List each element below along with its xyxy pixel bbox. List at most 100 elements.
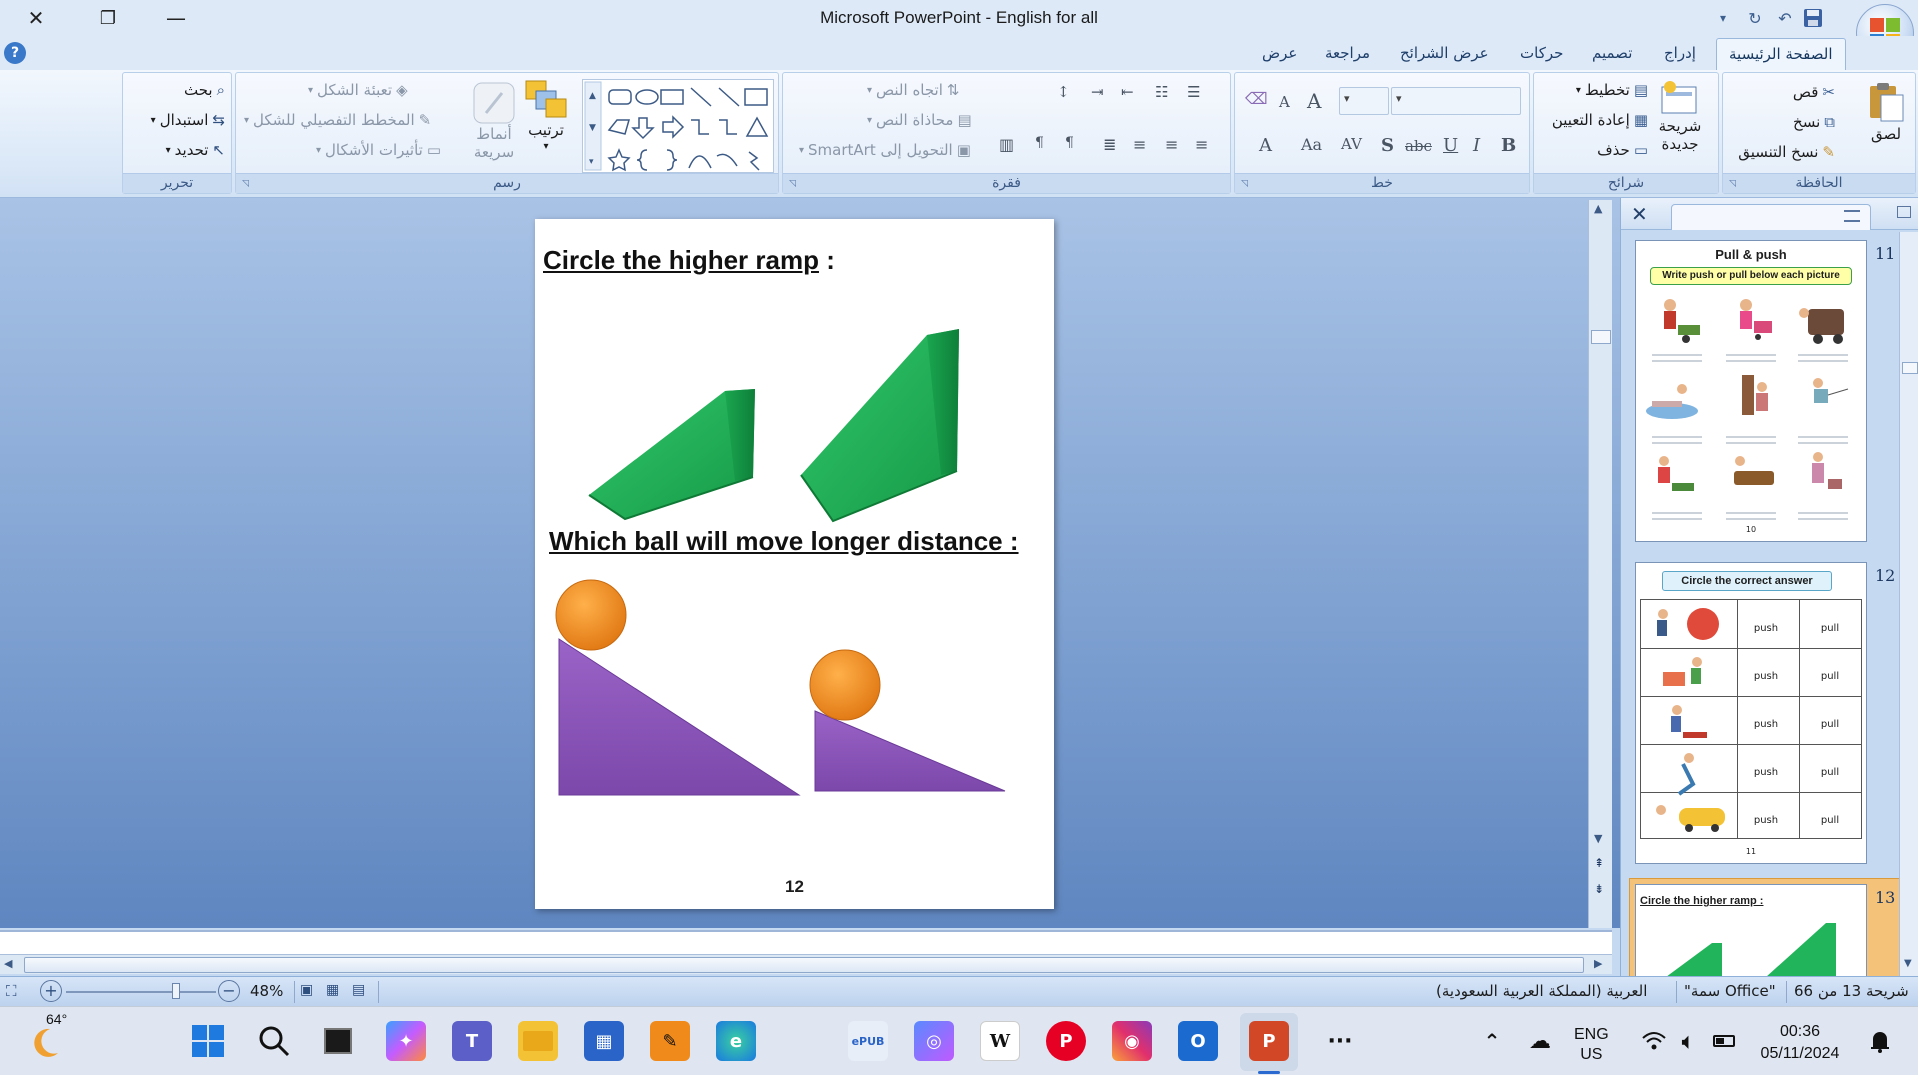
small-ramp[interactable]	[588, 389, 755, 521]
align-center-icon[interactable]: ≡	[1165, 135, 1178, 154]
decrease-indent-icon[interactable]: ⇤	[1121, 83, 1134, 101]
language-status[interactable]: العربية (المملكة العربية السعودية)	[1436, 982, 1647, 1000]
align-left-icon[interactable]: ≡	[1133, 135, 1146, 154]
copilot-app-icon[interactable]: ◎	[914, 1021, 954, 1061]
align-text-button[interactable]: ▤ محاذاة النص ▾	[867, 111, 972, 129]
slide-canvas[interactable]: Circle the higher ramp : Which ball will…	[535, 219, 1054, 909]
system-clock[interactable]: 00:36 05/11/2024	[1760, 1021, 1840, 1065]
vertical-scroll-thumb[interactable]	[1591, 330, 1611, 344]
clear-formatting-icon[interactable]: ⌫	[1245, 89, 1268, 108]
dialog-launcher-icon[interactable]: ◹	[1241, 179, 1248, 189]
pane-scroll-thumb[interactable]	[1902, 362, 1918, 374]
shrink-font-icon[interactable]: A	[1279, 93, 1290, 111]
more-apps-icon[interactable]: ···	[1320, 1021, 1360, 1061]
select-button[interactable]: ↖ تحديد ▾	[166, 141, 225, 159]
normal-view-icon[interactable]: ▤	[352, 982, 365, 998]
tab-review[interactable]: مراجعة	[1325, 44, 1370, 62]
start-button[interactable]	[188, 1021, 228, 1061]
slides-pane-scrollbar[interactable]: ▼	[1899, 232, 1918, 976]
layout-button[interactable]: ▤ تخطيط ▾	[1576, 81, 1648, 99]
thumbnail-slide-12[interactable]: Circle the correct answer push pull push…	[1635, 562, 1867, 864]
tab-view[interactable]: عرض	[1262, 44, 1297, 62]
teams-icon[interactable]: T	[452, 1021, 492, 1061]
bullets-icon[interactable]: ☰	[1187, 83, 1201, 101]
tab-slides-outline[interactable]	[1671, 204, 1871, 230]
scroll-right-icon[interactable]: ▶	[1594, 957, 1602, 970]
change-case-icon[interactable]: Aa	[1301, 135, 1322, 154]
input-language-indicator[interactable]: ENG US	[1574, 1025, 1609, 1065]
scroll-left-icon[interactable]: ◀	[4, 957, 12, 970]
save-icon[interactable]	[1800, 6, 1826, 30]
instagram-icon[interactable]: ◉	[1112, 1021, 1152, 1061]
paste-button[interactable]: لصق	[1867, 81, 1905, 143]
tab-home[interactable]: الصفحة الرئيسية	[1716, 38, 1846, 70]
scroll-up-icon[interactable]: ▲	[1594, 202, 1602, 215]
shallow-wedge-with-ball[interactable]	[809, 649, 1006, 792]
tab-animations[interactable]: حركات	[1520, 44, 1563, 62]
replace-button[interactable]: ⇆ استبدال ▾	[151, 111, 225, 129]
justify-icon[interactable]: ≣	[1103, 135, 1116, 154]
pinterest-icon[interactable]: P	[1046, 1021, 1086, 1061]
balls-illustration[interactable]	[545, 577, 1045, 817]
tab-design[interactable]: تصميم	[1592, 44, 1632, 62]
ramps-illustration[interactable]	[575, 305, 1035, 535]
slide-heading-ball[interactable]: Which ball will move longer distance :	[549, 526, 1019, 557]
char-spacing-icon[interactable]: AV	[1341, 135, 1362, 153]
show-hidden-icons-chevron-up-icon[interactable]: ⌃	[1472, 1021, 1512, 1061]
font-name-dropdown[interactable]: ▾	[1391, 87, 1521, 115]
increase-indent-icon[interactable]: ⇥	[1091, 83, 1104, 101]
shapes-gallery[interactable]: ▲ ▼ ▾	[582, 79, 774, 173]
vertical-scrollbar[interactable]: ▲ ▼ ⇞ ⇟	[1588, 200, 1612, 928]
powerpoint-icon[interactable]: P	[1249, 1021, 1289, 1061]
task-view-icon[interactable]	[318, 1021, 358, 1061]
slide-heading-ramp[interactable]: Circle the higher ramp :	[543, 245, 835, 276]
ltr-icon[interactable]: ¶	[1035, 135, 1044, 151]
bold-icon[interactable]: B	[1501, 135, 1516, 156]
quick-styles-button[interactable]: أنماط سريعة	[468, 81, 520, 161]
rtl-icon[interactable]: ¶	[1065, 135, 1074, 151]
outlook-icon[interactable]: O	[1178, 1021, 1218, 1061]
pane-restore-icon[interactable]	[1897, 206, 1911, 218]
slide-show-view-icon[interactable]: ▣	[300, 982, 313, 998]
dialog-launcher-icon[interactable]: ◹	[1729, 179, 1736, 189]
format-painter-button[interactable]: ✎ نسخ التنسيق	[1738, 143, 1835, 161]
undo-icon[interactable]: ↶	[1772, 6, 1798, 30]
next-slide-icon[interactable]: ⇟	[1594, 882, 1604, 896]
battery-icon[interactable]	[1704, 1021, 1744, 1061]
zoom-slider[interactable]	[66, 991, 216, 993]
slide-sorter-view-icon[interactable]: ▦	[326, 982, 339, 998]
text-shadow-icon[interactable]: S	[1381, 135, 1394, 156]
close-pane-icon[interactable]: ✕	[1631, 202, 1648, 226]
copy-button[interactable]: ⧉ نسخ	[1793, 113, 1835, 131]
horizontal-scroll-thumb[interactable]	[24, 957, 1584, 973]
shape-outline-button[interactable]: ✎ المخطط التفصيلي للشكل ▾	[244, 111, 431, 129]
volume-icon[interactable]: 🔈︎	[1668, 1021, 1708, 1061]
onedrive-cloud-icon[interactable]: ☁	[1520, 1021, 1560, 1061]
horizontal-scrollbar[interactable]: ◀ ▶	[0, 954, 1612, 974]
help-icon[interactable]: ?	[4, 42, 26, 64]
new-slide-button[interactable]: شريحة جديدة	[1650, 81, 1710, 153]
repeat-icon[interactable]: ↻	[1742, 6, 1768, 30]
dialog-launcher-icon[interactable]: ◹	[242, 179, 249, 189]
previous-slide-icon[interactable]: ⇞	[1594, 856, 1604, 870]
notes-pane[interactable]	[0, 930, 1612, 954]
zoom-out-icon[interactable]: −	[218, 980, 240, 1002]
columns-icon[interactable]: ▥	[999, 135, 1014, 154]
italic-icon[interactable]: I	[1473, 135, 1480, 156]
zoom-slider-thumb[interactable]	[172, 983, 180, 999]
notification-bell-icon[interactable]	[1860, 1021, 1900, 1061]
tab-insert[interactable]: إدراج	[1664, 44, 1696, 62]
fit-to-window-icon[interactable]: ⛶	[6, 982, 17, 1000]
reset-button[interactable]: ▦ إعادة التعيين	[1552, 111, 1648, 129]
dialog-launcher-icon[interactable]: ◹	[789, 179, 796, 189]
wikipedia-icon[interactable]: W	[980, 1021, 1020, 1061]
scroll-down-icon[interactable]: ▼	[1904, 958, 1912, 969]
photo-app-icon[interactable]: ✎	[650, 1021, 690, 1061]
large-ramp[interactable]	[800, 329, 959, 523]
thumbnail-slide-11[interactable]: Pull & push Write push or pull below eac…	[1635, 240, 1867, 542]
cut-button[interactable]: ✂ قص	[1793, 83, 1835, 101]
zoom-level[interactable]: 48%	[250, 982, 283, 1000]
strikethrough-icon[interactable]: abc	[1405, 137, 1432, 155]
edge-icon[interactable]: e	[716, 1021, 756, 1061]
text-direction-button[interactable]: ⇅ اتجاه النص ▾	[867, 81, 959, 99]
